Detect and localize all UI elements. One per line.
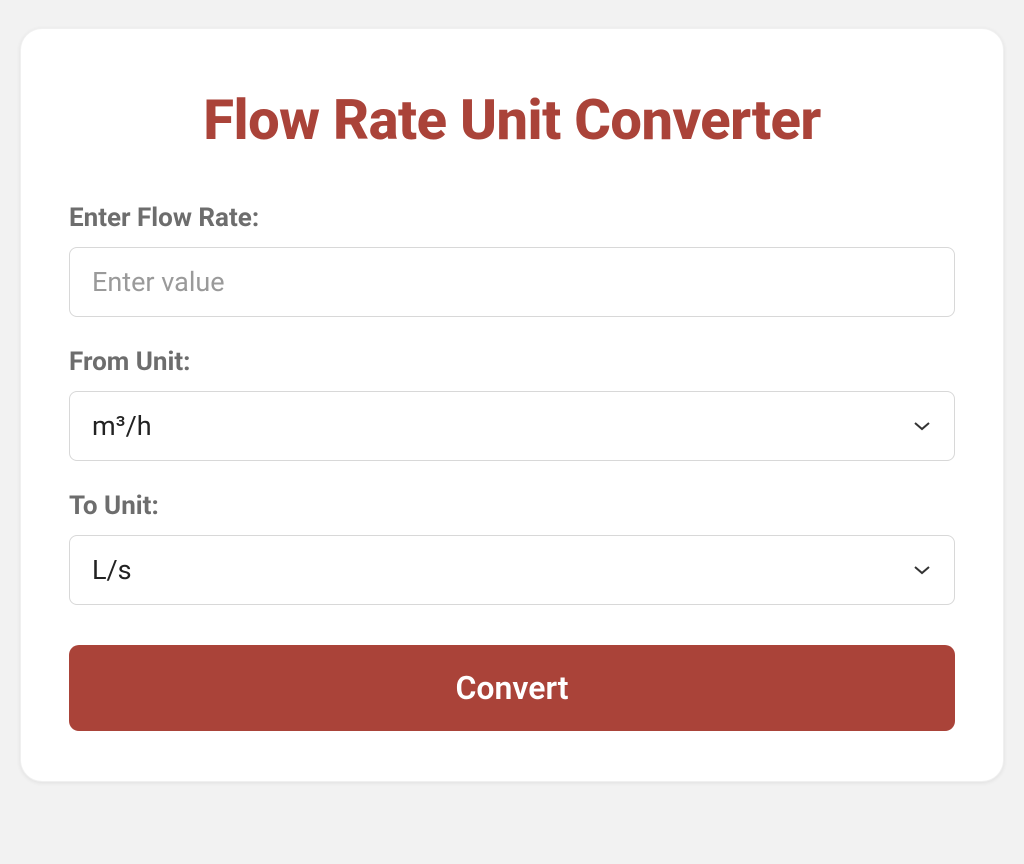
flow-rate-group: Enter Flow Rate: [69,203,955,317]
converter-card: Flow Rate Unit Converter Enter Flow Rate… [20,28,1004,782]
to-unit-group: To Unit: L/s [69,491,955,605]
to-unit-select-wrapper: L/s [69,535,955,605]
from-unit-select[interactable]: m³/h [69,391,955,461]
flow-rate-input[interactable] [69,247,955,317]
from-unit-group: From Unit: m³/h [69,347,955,461]
convert-button[interactable]: Convert [69,645,955,731]
from-unit-label: From Unit: [69,347,955,377]
page-title: Flow Rate Unit Converter [69,87,955,153]
to-unit-select[interactable]: L/s [69,535,955,605]
from-unit-select-wrapper: m³/h [69,391,955,461]
flow-rate-label: Enter Flow Rate: [69,203,955,233]
to-unit-label: To Unit: [69,491,955,521]
